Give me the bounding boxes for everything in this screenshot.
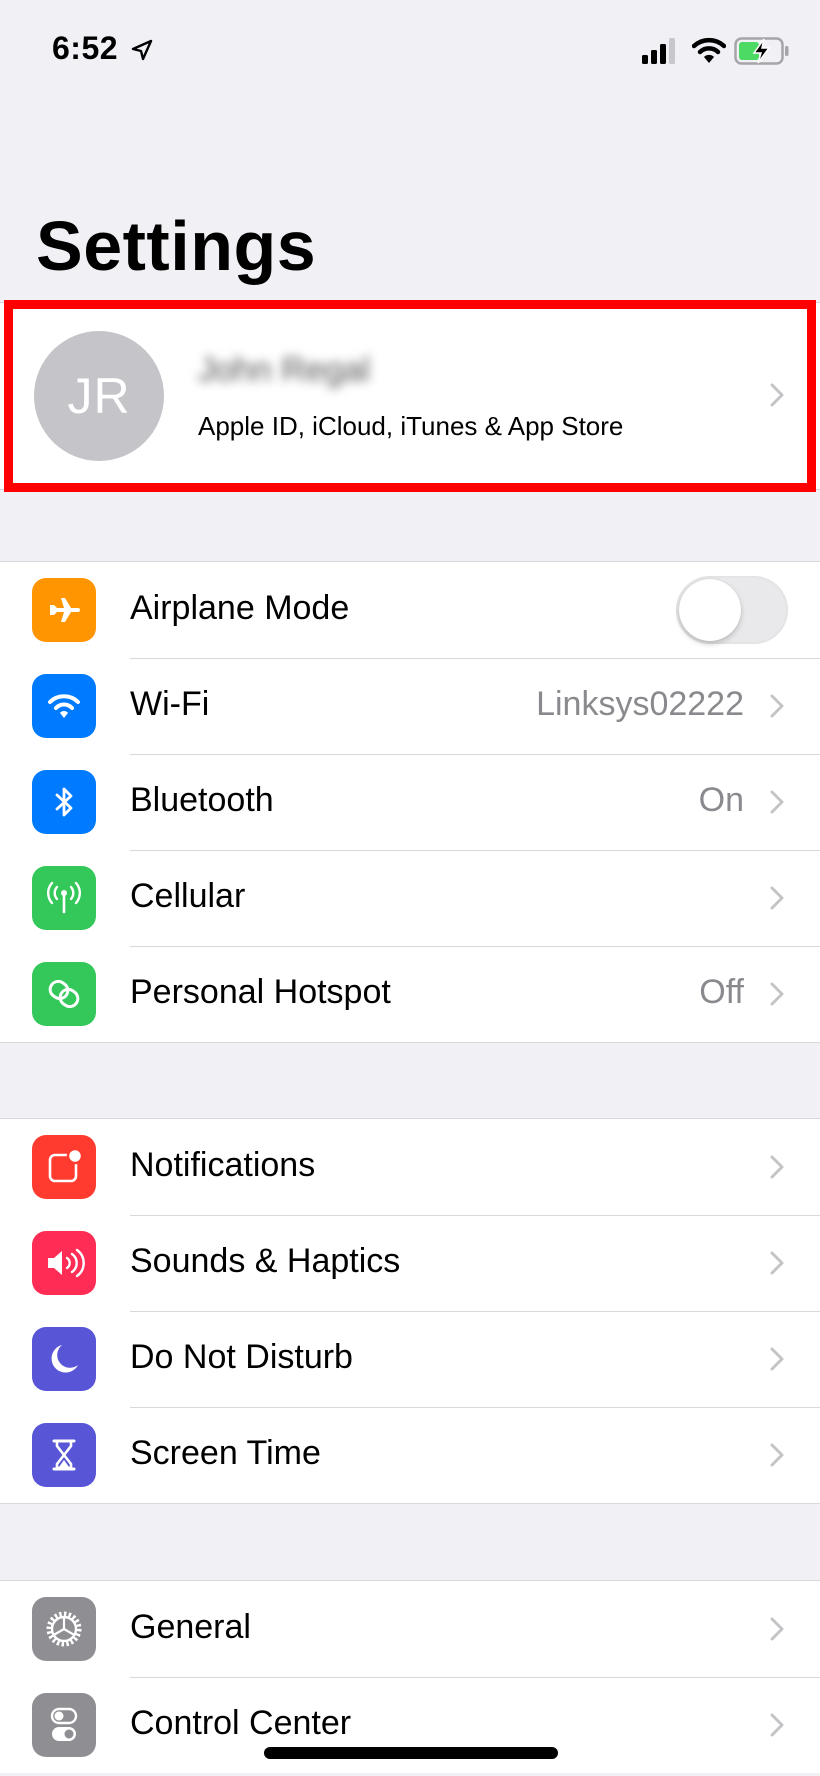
speaker-icon [32,1231,96,1295]
notifications-icon [32,1135,96,1199]
cellular-antenna-icon [32,866,96,930]
toggle-knob [679,579,741,641]
row-label: Notifications [130,1146,316,1184]
settings-row-general[interactable]: General [0,1581,820,1677]
wifi-network-value: Linksys02222 [536,685,744,723]
row-label: Sounds & Haptics [130,1242,401,1280]
status-bar: 6:52 [0,0,820,100]
settings-row-cellular[interactable]: Cellular [0,850,820,946]
profile-subtitle: Apple ID, iCloud, iTunes & App Store [198,411,624,441]
wifi-icon [692,37,726,63]
wifi-icon [32,674,96,738]
row-label: Personal Hotspot [130,973,391,1011]
status-time: 6:52 [52,30,119,66]
cellular-signal-icon [642,38,675,64]
settings-row-screen-time[interactable]: Screen Time [0,1407,820,1503]
row-label: Bluetooth [130,781,274,819]
settings-row-bluetooth[interactable]: Bluetooth On [0,754,820,850]
profile-name: John Regal [198,351,371,389]
connectivity-group: Airplane Mode Wi-Fi Linksys02222 Bluetoo… [0,561,820,1043]
row-label: Do Not Disturb [130,1338,353,1376]
airplane-icon [32,578,96,642]
settings-row-airplane-mode[interactable]: Airplane Mode [0,562,820,658]
hotspot-link-icon [32,962,96,1026]
settings-row-wifi[interactable]: Wi-Fi Linksys02222 [0,658,820,754]
row-label: Screen Time [130,1434,321,1472]
avatar: JR [34,331,164,461]
battery-charging-icon [734,37,789,65]
control-center-icon [32,1693,96,1757]
chevron-right-icon [770,383,784,407]
bluetooth-status-value: On [698,781,744,819]
hotspot-status-value: Off [699,973,744,1011]
settings-row-notifications[interactable]: Notifications [0,1119,820,1215]
hourglass-icon [32,1423,96,1487]
notifications-group: Notifications Sounds & Haptics Do Not Di… [0,1118,820,1504]
row-label: Cellular [130,877,246,915]
chevron-right-icon [770,694,784,718]
chevron-right-icon [770,1713,784,1737]
row-label: Airplane Mode [130,589,350,627]
page-title: Settings [36,207,317,285]
settings-row-personal-hotspot[interactable]: Personal Hotspot Off [0,946,820,1042]
airplane-mode-toggle[interactable] [676,576,788,644]
settings-row-sounds-haptics[interactable]: Sounds & Haptics [0,1215,820,1311]
avatar-initials: JR [67,368,131,424]
home-indicator[interactable] [264,1747,558,1759]
chevron-right-icon [770,1155,784,1179]
bluetooth-icon [32,770,96,834]
chevron-right-icon [770,982,784,1006]
gear-icon [32,1597,96,1661]
chevron-right-icon [770,1347,784,1371]
chevron-right-icon [770,1443,784,1467]
chevron-right-icon [770,790,784,814]
settings-row-do-not-disturb[interactable]: Do Not Disturb [0,1311,820,1407]
chevron-right-icon [770,886,784,910]
general-group: General Control Center [0,1580,820,1773]
moon-icon [32,1327,96,1391]
location-arrow-icon [131,39,153,61]
apple-id-profile-row[interactable]: JR John Regal Apple ID, iCloud, iTunes &… [0,302,820,490]
chevron-right-icon [770,1251,784,1275]
chevron-right-icon [770,1617,784,1641]
row-label: Control Center [130,1704,352,1742]
row-label: Wi-Fi [130,685,210,723]
row-label: General [130,1608,251,1646]
